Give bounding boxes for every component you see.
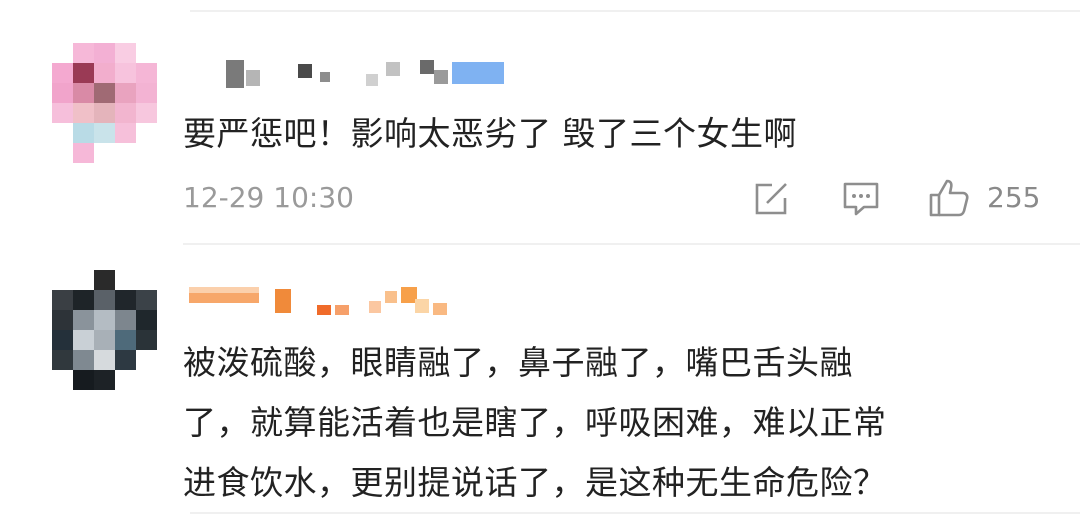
thumbs-up-icon[interactable] <box>928 177 970 219</box>
comment-line: 了，就算能活着也是瞎了，呼吸困难，难以正常 <box>183 403 887 442</box>
share-icon[interactable] <box>752 181 790 217</box>
username-mosaic <box>189 287 459 317</box>
like-count: 255 <box>987 181 1041 214</box>
avatar[interactable] <box>52 43 157 163</box>
comment-line: 被泼硫酸，眼睛融了，鼻子融了，嘴巴舌头融 <box>183 343 853 382</box>
comment-icon[interactable] <box>842 181 880 217</box>
comment-line: 进食饮水，更别提说话了，是这种无生命危险？ <box>183 463 887 502</box>
comment-timestamp: 12-29 10:30 <box>183 181 354 214</box>
comment-divider <box>183 243 1080 245</box>
avatar[interactable] <box>52 270 157 390</box>
comment-text: 要严惩吧！影响太恶劣了 毁了三个女生啊 <box>183 114 797 153</box>
username-mosaic <box>226 60 506 88</box>
bottom-divider <box>190 512 1080 514</box>
top-divider <box>190 10 1080 12</box>
